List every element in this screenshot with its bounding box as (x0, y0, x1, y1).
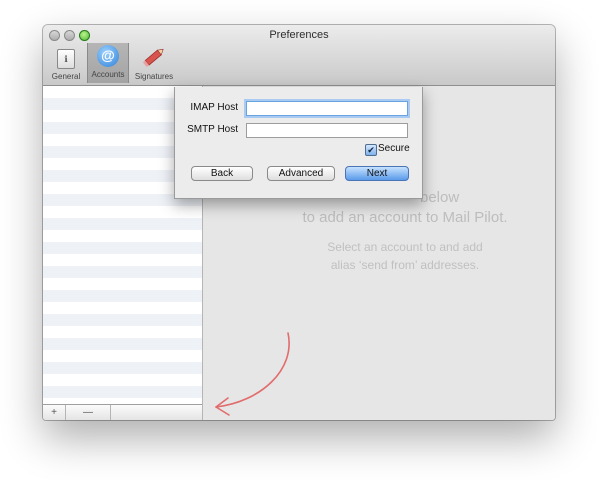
server-settings-sheet: IMAP Host SMTP Host ✔ Secure Back Advanc… (174, 87, 423, 199)
next-button[interactable]: Next (345, 166, 409, 181)
secure-checkbox[interactable]: ✔ (365, 144, 377, 156)
advanced-button[interactable]: Advanced (267, 166, 335, 181)
imap-host-input[interactable] (246, 101, 408, 116)
smtp-host-label: SMTP Host (187, 124, 238, 135)
imap-host-label: IMAP Host (190, 102, 238, 113)
hint-arrow-icon (215, 332, 290, 416)
back-button[interactable]: Back (191, 166, 253, 181)
secure-label[interactable]: Secure (378, 143, 410, 154)
smtp-host-input[interactable] (246, 123, 408, 138)
